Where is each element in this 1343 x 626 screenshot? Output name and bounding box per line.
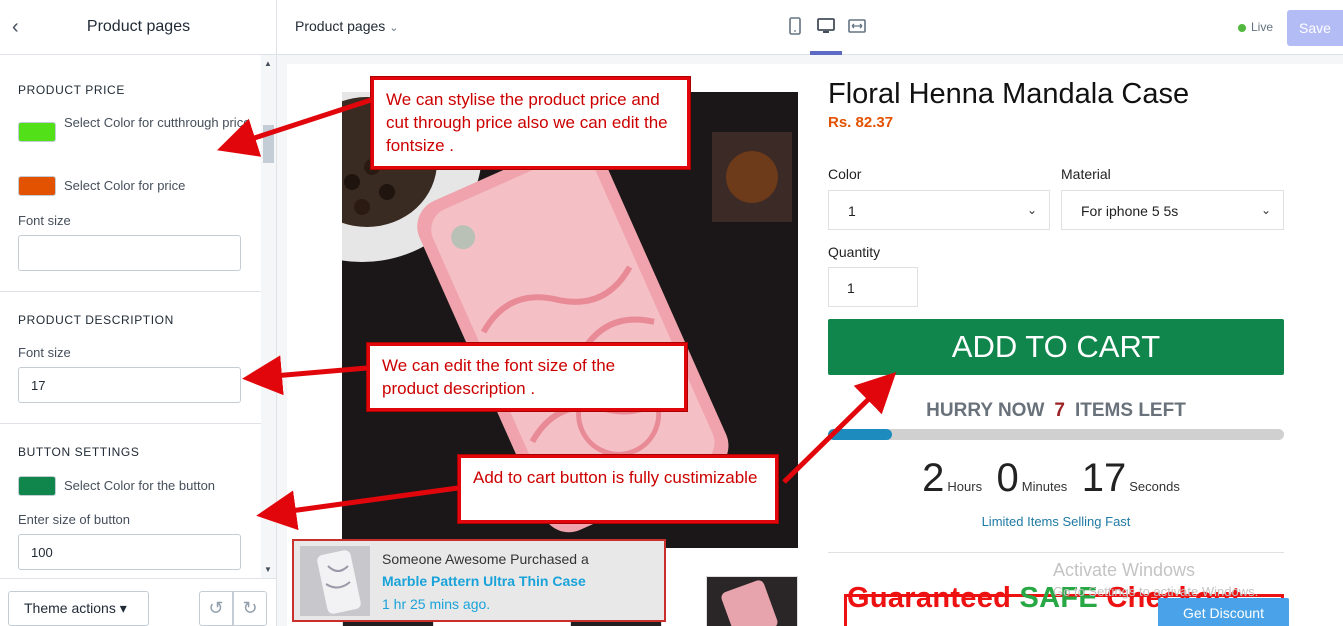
popup-product-link[interactable]: Marble Pattern Ultra Thin Case (382, 573, 586, 589)
price-color-label: Select Color for price (64, 178, 186, 193)
color-select-value: 1 (848, 203, 856, 219)
undo-icon[interactable]: ↺ (199, 591, 233, 626)
divider (0, 291, 262, 292)
popup-product-image (300, 546, 370, 616)
chevron-down-icon: ⌄ (1260, 203, 1271, 217)
page-selector[interactable]: Product pages ⌄ (295, 18, 398, 34)
sidebar-header: ‹ Product pages (0, 0, 277, 55)
product-price: Rs. 82.37 (828, 114, 894, 131)
windows-activation-subtext: Go to Settings to activate Windows. (1053, 584, 1259, 599)
timer-hours: 2 (922, 456, 945, 500)
price-font-size-input[interactable] (18, 235, 241, 271)
windows-activation-watermark: Activate Windows (1053, 560, 1196, 580)
cutthrough-color-label: Select Color for cutthrough price (64, 115, 251, 130)
hurry-prefix: HURRY NOW (926, 400, 1045, 421)
product-title: Floral Henna Mandala Case (828, 78, 1190, 110)
sidebar-scrollbar[interactable]: ▲ ▼ (261, 55, 276, 578)
editor-topbar: Product pages ⌄ Live Save (277, 0, 1343, 55)
hurry-suffix: ITEMS LEFT (1074, 400, 1186, 421)
scroll-down-icon[interactable]: ▼ (264, 565, 272, 574)
button-size-label: Enter size of button (18, 512, 131, 527)
page-selector-label: Product pages (295, 18, 386, 34)
mobile-icon[interactable] (785, 17, 805, 37)
timer-minutes-label: Minutes (1021, 479, 1068, 494)
font-size-label: Font size (18, 213, 71, 228)
get-discount-button[interactable]: Get Discount (1158, 598, 1289, 626)
limited-items-text: Limited Items Selling Fast (981, 514, 1131, 529)
fullwidth-icon[interactable] (847, 17, 867, 37)
popup-message: Someone Awesome Purchased a (382, 551, 589, 567)
save-button[interactable]: Save (1287, 10, 1343, 46)
quantity-input[interactable]: 1 (828, 267, 918, 307)
live-status-icon (1238, 24, 1246, 32)
theme-editor: ‹ Product pages PRODUCT PRICE Select Col… (0, 0, 1343, 626)
button-annotation: Add to cart button is fully custimizable (457, 454, 779, 524)
stock-progress-bar (828, 429, 1284, 440)
guarantee-text: Guaranteed (847, 582, 1020, 614)
add-to-cart-button[interactable]: ADD TO CART (828, 319, 1284, 375)
button-color-swatch[interactable] (18, 476, 56, 496)
hurry-message: HURRY NOW 7 ITEMS LEFT (828, 400, 1284, 422)
color-label: Color (828, 166, 862, 182)
scroll-up-icon[interactable]: ▲ (264, 59, 272, 68)
price-annotation: We can stylise the product price and cut… (370, 76, 691, 170)
description-font-size-input[interactable]: 17 (18, 367, 241, 403)
items-left-count: 7 (1054, 400, 1065, 421)
theme-actions-button[interactable]: Theme actions ▾ (8, 591, 149, 626)
chevron-down-icon: ⌄ (1026, 203, 1037, 217)
button-size-input[interactable]: 100 (18, 534, 241, 570)
sidebar-footer: Theme actions ▾ ↺ ↻ (0, 578, 277, 626)
timer-hours-label: Hours (947, 479, 983, 494)
live-status: Live (1251, 20, 1274, 34)
stock-progress-fill (828, 429, 892, 440)
desktop-icon[interactable] (816, 17, 836, 37)
chevron-down-icon: ⌄ (389, 22, 399, 34)
sidebar-settings: PRODUCT PRICE Select Color for cutthroug… (0, 55, 277, 578)
redo-icon[interactable]: ↻ (233, 591, 267, 626)
section-heading: BUTTON SETTINGS (18, 445, 140, 459)
section-heading: PRODUCT PRICE (18, 83, 125, 97)
timer-seconds: 17 (1081, 456, 1127, 500)
color-select[interactable]: 1 ⌄ (828, 190, 1050, 230)
countdown-timer: 2 Hours 0 Minutes 17 Seconds (828, 456, 1284, 501)
divider (0, 423, 262, 424)
thumbnail[interactable] (706, 576, 798, 626)
timer-seconds-label: Seconds (1129, 479, 1180, 494)
font-size-label: Font size (18, 345, 71, 360)
cutthrough-color-swatch[interactable] (18, 122, 56, 142)
material-label: Material (1061, 166, 1111, 182)
description-annotation: We can edit the font size of the product… (366, 342, 688, 412)
sidebar-title: Product pages (86, 18, 191, 35)
divider (828, 552, 1284, 553)
quantity-label: Quantity (828, 244, 881, 260)
scrollbar-thumb[interactable] (263, 125, 274, 163)
popup-time: 1 hr 25 mins ago. (382, 596, 491, 612)
price-color-swatch[interactable] (18, 176, 56, 196)
recent-purchase-popup[interactable]: Someone Awesome Purchased a Marble Patte… (292, 539, 666, 622)
section-heading: PRODUCT DESCRIPTION (18, 313, 174, 327)
material-select-value: For iphone 5 5s (1081, 203, 1179, 219)
material-select[interactable]: For iphone 5 5s ⌄ (1061, 190, 1284, 230)
timer-minutes: 0 (996, 456, 1019, 500)
button-color-label: Select Color for the button (64, 478, 216, 493)
